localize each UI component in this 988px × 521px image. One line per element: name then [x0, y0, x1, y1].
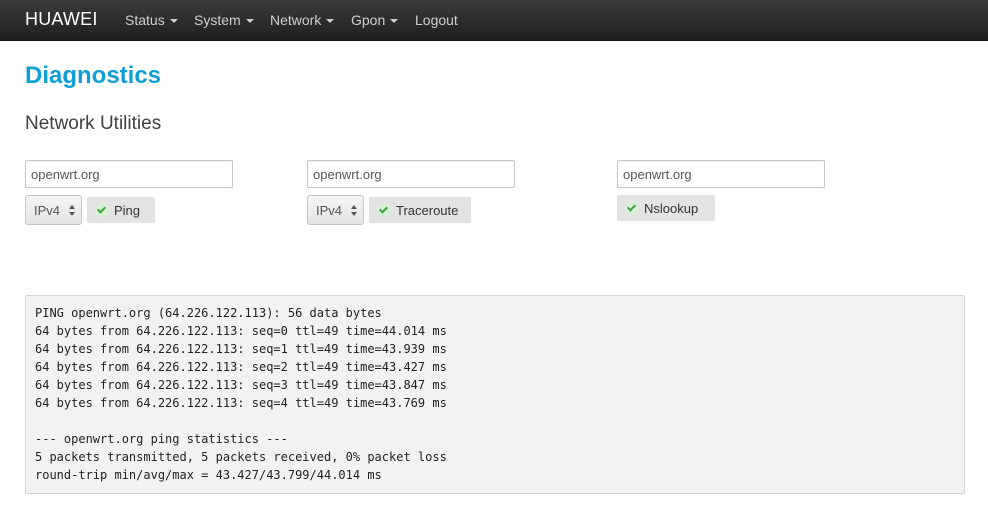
- ping-host-input[interactable]: [25, 160, 233, 188]
- nslookup-host-input[interactable]: [617, 160, 825, 188]
- caret-down-icon: [245, 19, 254, 24]
- output-line: 64 bytes from 64.226.122.113: seq=1 ttl=…: [35, 342, 447, 356]
- top-navbar: HUAWEI Status System Network Gpon Logout: [0, 0, 988, 41]
- traceroute-button-label: Traceroute: [396, 203, 459, 218]
- caret-down-icon: [390, 19, 399, 24]
- traceroute-host-input[interactable]: [307, 160, 515, 188]
- section-subtitle: Network Utilities: [25, 113, 162, 134]
- nav-menu-system-label: System: [194, 12, 241, 28]
- nslookup-button[interactable]: Nslookup: [617, 195, 715, 221]
- nav-menu-network[interactable]: Network: [270, 12, 335, 28]
- nav-logout-link[interactable]: Logout: [415, 12, 458, 28]
- nav-menu-gpon[interactable]: Gpon: [351, 12, 399, 28]
- check-circle-icon: [377, 203, 391, 217]
- output-line: 64 bytes from 64.226.122.113: seq=4 ttl=…: [35, 396, 447, 410]
- caret-down-icon: [169, 19, 178, 24]
- output-line: 64 bytes from 64.226.122.113: seq=0 ttl=…: [35, 324, 447, 338]
- traceroute-button[interactable]: Traceroute: [369, 197, 471, 223]
- output-line: --- openwrt.org ping statistics ---: [35, 432, 288, 446]
- check-circle-icon: [95, 203, 109, 217]
- nav-menu-network-label: Network: [270, 12, 322, 28]
- ping-protocol-select[interactable]: IPv4: [25, 195, 82, 225]
- check-circle-icon: [625, 201, 639, 215]
- nav-menu-status-label: Status: [125, 12, 165, 28]
- brand-logo[interactable]: HUAWEI: [25, 9, 98, 30]
- traceroute-protocol-value: IPv4: [316, 203, 343, 218]
- ping-button-label: Ping: [114, 203, 141, 218]
- traceroute-protocol-select[interactable]: IPv4: [307, 195, 364, 225]
- nav-menu-status[interactable]: Status: [125, 12, 178, 28]
- nav-menu-gpon-label: Gpon: [351, 12, 386, 28]
- command-output: PING openwrt.org (64.226.122.113): 56 da…: [25, 295, 965, 494]
- up-down-arrows-icon: [69, 205, 76, 217]
- output-line: 64 bytes from 64.226.122.113: seq=2 ttl=…: [35, 360, 447, 374]
- output-line: 5 packets transmitted, 5 packets receive…: [35, 450, 447, 464]
- output-line: round-trip min/avg/max = 43.427/43.799/4…: [35, 468, 382, 482]
- output-line: 64 bytes from 64.226.122.113: seq=3 ttl=…: [35, 378, 447, 392]
- caret-down-icon: [326, 19, 335, 24]
- output-line: PING openwrt.org (64.226.122.113): 56 da…: [35, 306, 382, 320]
- ping-protocol-value: IPv4: [34, 203, 61, 218]
- ping-button[interactable]: Ping: [87, 197, 155, 223]
- up-down-arrows-icon: [351, 205, 358, 217]
- nav-menu-system[interactable]: System: [194, 12, 254, 28]
- nslookup-button-label: Nslookup: [644, 201, 699, 216]
- page-title: Diagnostics: [25, 62, 162, 89]
